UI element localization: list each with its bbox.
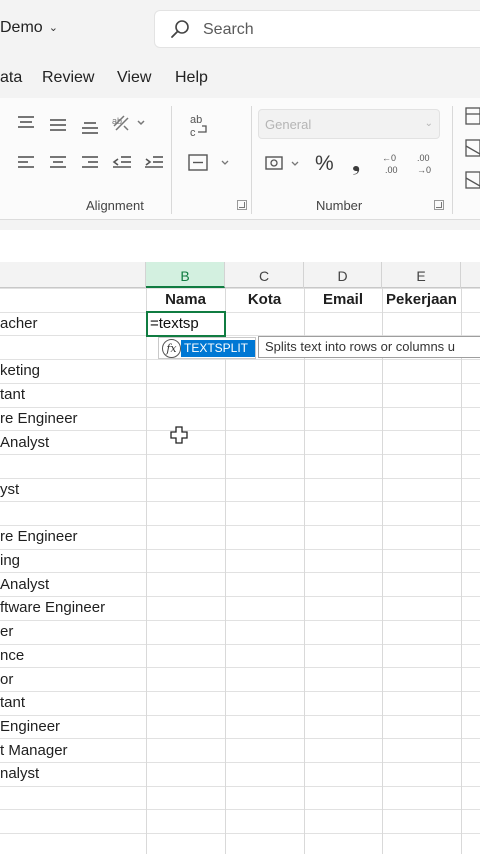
active-cell-b2[interactable]: =textsp <box>146 311 226 337</box>
svg-text:.00: .00 <box>417 153 430 163</box>
tab-help[interactable]: Help <box>175 69 208 87</box>
accounting-format-icon[interactable] <box>264 154 304 174</box>
column-a-cell[interactable]: tant <box>0 691 146 715</box>
align-middle-icon[interactable] <box>48 116 68 134</box>
comma-style-icon[interactable]: ❟ <box>352 152 360 176</box>
column-a-cell[interactable]: Engineer <box>0 715 146 739</box>
column-header-b[interactable]: B <box>146 262 225 288</box>
column-a-cell[interactable]: acher <box>0 312 146 336</box>
merge-center-icon[interactable] <box>187 153 233 173</box>
column-header-c[interactable]: C <box>225 262 304 288</box>
column-gridline <box>225 288 226 854</box>
number-group-label: Number <box>316 198 363 213</box>
wrap-text-icon[interactable]: abc <box>188 113 212 139</box>
column-a-cell[interactable]: nalyst <box>0 762 146 786</box>
align-right-icon[interactable] <box>80 154 100 172</box>
column-gridline <box>146 288 147 854</box>
cell-cursor-icon <box>170 426 188 444</box>
column-a-cell[interactable]: keting <box>0 359 146 383</box>
tab-view[interactable]: View <box>117 69 151 87</box>
orientation-icon[interactable]: ab <box>110 112 148 134</box>
align-top-icon[interactable] <box>16 114 36 132</box>
header-cell-nama[interactable]: Nama <box>146 288 225 312</box>
column-a-cell[interactable] <box>0 454 146 478</box>
ribbon-separator <box>452 106 453 214</box>
column-a-cell[interactable]: t Manager <box>0 739 146 763</box>
align-bottom-icon[interactable] <box>80 118 100 136</box>
search-placeholder: Search <box>203 21 254 38</box>
column-a-cell[interactable]: or <box>0 668 146 692</box>
number-format-value: General <box>265 117 312 132</box>
document-name-label: Demo <box>0 19 43 36</box>
decrease-indent-icon[interactable] <box>111 154 133 172</box>
header-cell-kota[interactable]: Kota <box>225 288 304 312</box>
column-a-cell[interactable]: yst <box>0 478 146 502</box>
chevron-down-icon[interactable]: ⌄ <box>49 22 58 34</box>
title-bar: Demo ⌄ Search <box>0 0 480 58</box>
column-a-cell[interactable]: Analyst <box>0 431 146 455</box>
autocomplete-item-textsplit[interactable]: TEXTSPLIT <box>181 340 255 357</box>
percent-icon[interactable]: % <box>315 152 334 176</box>
ribbon-tabs: ata Review View Help <box>0 58 480 98</box>
column-gridline <box>382 288 383 854</box>
column-header-e[interactable]: E <box>382 262 461 288</box>
column-a-cell[interactable] <box>0 502 146 526</box>
increase-indent-icon[interactable] <box>143 154 165 172</box>
formula-autocomplete[interactable]: fx TEXTSPLIT <box>158 337 256 359</box>
header-cell-email[interactable]: Email <box>304 288 382 312</box>
chevron-down-icon: ⌄ <box>424 118 433 129</box>
alignment-dialog-launcher-icon[interactable] <box>237 200 247 210</box>
tab-review[interactable]: Review <box>42 69 94 87</box>
function-icon: fx <box>162 339 181 358</box>
column-a-cell[interactable]: Analyst <box>0 573 146 597</box>
column-a-cell[interactable]: tant <box>0 383 146 407</box>
svg-text:.00: .00 <box>385 165 398 175</box>
column-a-cell[interactable]: ftware Engineer <box>0 596 146 620</box>
column-a-cell[interactable]: ing <box>0 549 146 573</box>
number-format-dropdown[interactable]: General ⌄ <box>258 109 440 139</box>
svg-text:ab: ab <box>112 116 122 126</box>
increase-decimal-icon[interactable]: ←0.00 <box>381 152 405 176</box>
column-a-cell[interactable]: er <box>0 620 146 644</box>
ribbon-separator <box>251 106 252 214</box>
ribbon-separator <box>171 106 172 214</box>
column-header-d[interactable]: D <box>304 262 382 288</box>
column-a-cell[interactable]: nce <box>0 644 146 668</box>
svg-text:ab: ab <box>190 114 202 126</box>
row-gridline <box>0 833 480 834</box>
alignment-group-label: Alignment <box>86 198 144 213</box>
tab-data[interactable]: ata <box>0 69 22 87</box>
align-left-icon[interactable] <box>16 154 36 172</box>
document-name[interactable]: Demo ⌄ <box>0 19 58 37</box>
search-box[interactable]: Search <box>154 10 480 48</box>
svg-text:→0: →0 <box>417 165 431 175</box>
column-gridline <box>304 288 305 854</box>
column-a-cell[interactable]: re Engineer <box>0 407 146 431</box>
number-dialog-launcher-icon[interactable] <box>434 200 444 210</box>
svg-text:←0: ←0 <box>382 153 396 163</box>
column-a-cell[interactable] <box>0 336 146 360</box>
header-cell-pekerjaan[interactable]: Pekerjaan <box>382 288 461 312</box>
column-a-cell[interactable]: re Engineer <box>0 525 146 549</box>
cell-formula-input[interactable]: =textsp <box>150 314 199 334</box>
row-gridline <box>0 786 480 787</box>
row-gridline <box>0 809 480 810</box>
svg-text:c: c <box>190 127 196 139</box>
decrease-decimal-icon[interactable]: .00→0 <box>414 152 438 176</box>
function-tooltip: Splits text into rows or columns u <box>258 336 480 358</box>
align-center-icon[interactable] <box>48 154 68 172</box>
column-header-a[interactable] <box>0 262 146 288</box>
search-icon <box>171 20 189 38</box>
conditional-formatting-icon[interactable] <box>464 106 480 192</box>
column-gridline <box>461 288 462 854</box>
